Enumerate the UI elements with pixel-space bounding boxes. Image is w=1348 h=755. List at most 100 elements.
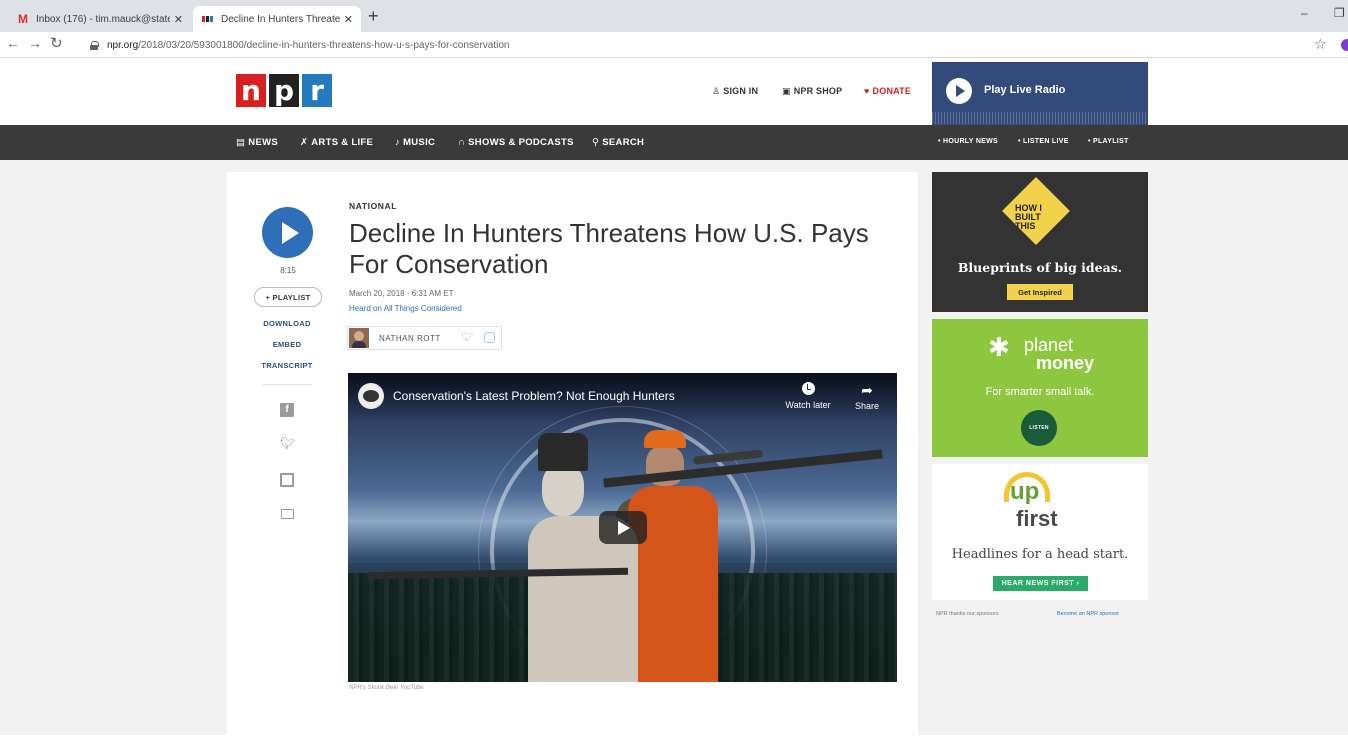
live-radio-label: Play Live Radio — [984, 84, 1066, 96]
download-link[interactable]: DOWNLOAD — [247, 319, 327, 328]
shopping-bag-icon: ▣ — [782, 86, 791, 96]
browser-tab-bar: M Inbox (176) - tim.mauck@state. ✕ Decli… — [0, 0, 1348, 32]
nav-label: MUSIC — [403, 137, 436, 148]
twitter-icon[interactable]: 🐦︎ — [280, 436, 295, 450]
audio-duration: 8:15 — [280, 266, 296, 275]
music-note-icon: ♪ — [395, 137, 401, 148]
dancer-icon: ✗ — [300, 137, 309, 148]
bookmark-star-icon[interactable]: ☆ — [1314, 36, 1327, 53]
nav-label: SHOWS & PODCASTS — [468, 137, 574, 148]
planet-money-logo: money — [1036, 353, 1095, 373]
minimize-icon[interactable]: – — [1301, 6, 1308, 20]
author-name[interactable]: NATHAN ROTT — [379, 334, 441, 343]
tab-title: Decline In Hunters Threatens Ho — [221, 13, 340, 25]
facebook-icon[interactable]: f — [280, 403, 294, 417]
close-tab-icon[interactable]: ✕ — [344, 13, 353, 26]
live-radio-links: • HOURLY NEWS • LISTEN LIVE • PLAYLIST — [932, 125, 1148, 160]
headphones-icon: ∩ — [458, 137, 466, 148]
video-roosevelt-figure — [528, 428, 648, 682]
new-tab-button[interactable]: + — [368, 6, 379, 27]
listen-button[interactable]: LISTEN — [1021, 410, 1057, 446]
sign-in-label: SIGN IN — [723, 86, 759, 96]
channel-avatar[interactable] — [358, 383, 384, 409]
embed-link[interactable]: EMBED — [247, 340, 327, 349]
nav-label: NEWS — [248, 137, 278, 148]
sign-in-link[interactable]: ♙ SIGN IN — [712, 86, 758, 97]
author-instagram-icon[interactable] — [484, 332, 495, 343]
close-tab-icon[interactable]: ✕ — [174, 13, 183, 26]
watch-later-button[interactable]: Watch later — [783, 382, 833, 410]
restore-icon[interactable]: ❐ — [1334, 6, 1345, 20]
play-icon — [946, 78, 972, 104]
tab-npr-article[interactable]: Decline In Hunters Threatens Ho ✕ — [193, 6, 361, 32]
divider — [262, 384, 312, 385]
youtube-video[interactable]: Conservation's Latest Problem? Not Enoug… — [348, 373, 897, 682]
ad-tagline: For smarter small talk. — [985, 386, 1095, 398]
profile-avatar[interactable] — [1341, 39, 1348, 51]
nav-news[interactable]: ▤ NEWS — [236, 137, 278, 148]
npr-favicon — [201, 13, 215, 25]
add-to-playlist-button[interactable]: + PLAYLIST — [254, 287, 322, 307]
up-first-logo: up — [1010, 478, 1040, 505]
transcript-link[interactable]: TRANSCRIPT — [247, 361, 327, 370]
npr-logo[interactable]: n p r — [236, 74, 332, 107]
share-label: Share — [854, 401, 880, 411]
listen-live-link[interactable]: • LISTEN LIVE — [1018, 138, 1069, 145]
nav-music[interactable]: ♪ MUSIC — [395, 137, 435, 148]
search-icon: ⚲ — [592, 137, 600, 148]
url-path: /2018/03/20/593001800/decline-in-hunters… — [138, 39, 510, 51]
planet-money-figure-icon: ✱ — [988, 332, 1010, 362]
live-radio-player[interactable]: Play Live Radio — [932, 62, 1148, 125]
live-radio-widget: Play Live Radio • HOURLY NEWS • LISTEN L… — [932, 62, 1148, 160]
shop-label: NPR SHOP — [793, 86, 843, 96]
share-button[interactable]: ➦ Share — [842, 382, 892, 411]
logo-letter: r — [302, 74, 332, 107]
ad-tagline: Headlines for a head start. — [951, 547, 1129, 562]
url-host: npr.org — [107, 39, 139, 51]
tab-gmail[interactable]: M Inbox (176) - tim.mauck@state. ✕ — [8, 6, 191, 32]
heard-on-link[interactable]: Heard on All Things Considered — [349, 304, 462, 313]
back-icon[interactable]: ← — [6, 35, 20, 51]
reload-icon[interactable]: ↻ — [50, 34, 63, 52]
planet-money-ad[interactable]: ✱ planet money For smarter small talk. L… — [932, 319, 1148, 457]
flipboard-icon[interactable] — [280, 473, 294, 487]
how-i-built-this-ad[interactable]: HOW I BUILT THIS Blueprints of big ideas… — [932, 172, 1148, 312]
author-twitter-icon[interactable]: 🐦︎ — [461, 332, 474, 343]
email-icon[interactable] — [281, 509, 294, 519]
address-bar: ← → ↻ npr.org /2018/03/20/593001800/decl… — [0, 32, 1348, 58]
video-caption: NPR's Skunk Bear YouTube — [349, 685, 424, 691]
gmail-icon: M — [18, 12, 28, 26]
up-first-ad[interactable]: up first Headlines for a head start. HEA… — [932, 464, 1148, 600]
user-icon: ♙ — [712, 86, 721, 96]
how-i-built-this-logo: HOW I BUILT THIS — [1002, 177, 1070, 245]
playlist-link[interactable]: • PLAYLIST — [1088, 138, 1129, 145]
author-photo[interactable] — [349, 328, 369, 348]
url-input[interactable]: npr.org /2018/03/20/593001800/decline-in… — [90, 35, 1300, 55]
story-date: March 20, 2018 · 6:31 AM ET — [349, 289, 454, 298]
logo-text: HOW I BUILT THIS — [1014, 203, 1042, 232]
ad-tagline: Blueprints of big ideas. — [957, 260, 1123, 275]
donate-label: DONATE — [872, 86, 912, 96]
clock-icon — [801, 382, 815, 395]
sponsor-note: NPR thanks our sponsors — [936, 611, 999, 617]
nav-search[interactable]: ⚲ SEARCH — [592, 137, 644, 148]
donate-link[interactable]: ♥ DONATE — [864, 86, 911, 96]
logo-letter: p — [269, 74, 299, 107]
forward-icon[interactable]: → — [28, 35, 42, 51]
nav-arts-life[interactable]: ✗ ARTS & LIFE — [300, 137, 373, 148]
hourly-news-link[interactable]: • HOURLY NEWS — [938, 138, 998, 145]
nav-label: SEARCH — [602, 137, 645, 148]
become-sponsor-link[interactable]: Become an NPR sponsor — [1057, 611, 1119, 617]
story-headline: Decline In Hunters Threatens How U.S. Pa… — [349, 218, 869, 279]
nav-label: ARTS & LIFE — [311, 137, 374, 148]
video-title[interactable]: Conservation's Latest Problem? Not Enoug… — [393, 389, 675, 403]
audio-play-button[interactable] — [262, 207, 313, 258]
story-slug[interactable]: NATIONAL — [349, 201, 397, 211]
tab-title: Inbox (176) - tim.mauck@state. — [36, 13, 170, 25]
share-arrow-icon: ➦ — [861, 382, 873, 398]
video-play-button[interactable] — [599, 511, 647, 544]
nav-shows-podcasts[interactable]: ∩ SHOWS & PODCASTS — [458, 137, 574, 148]
get-inspired-button[interactable]: Get Inspired — [1007, 284, 1073, 300]
hear-news-first-button[interactable]: HEAR NEWS FIRST › — [993, 576, 1088, 591]
npr-shop-link[interactable]: ▣ NPR SHOP — [782, 86, 842, 97]
